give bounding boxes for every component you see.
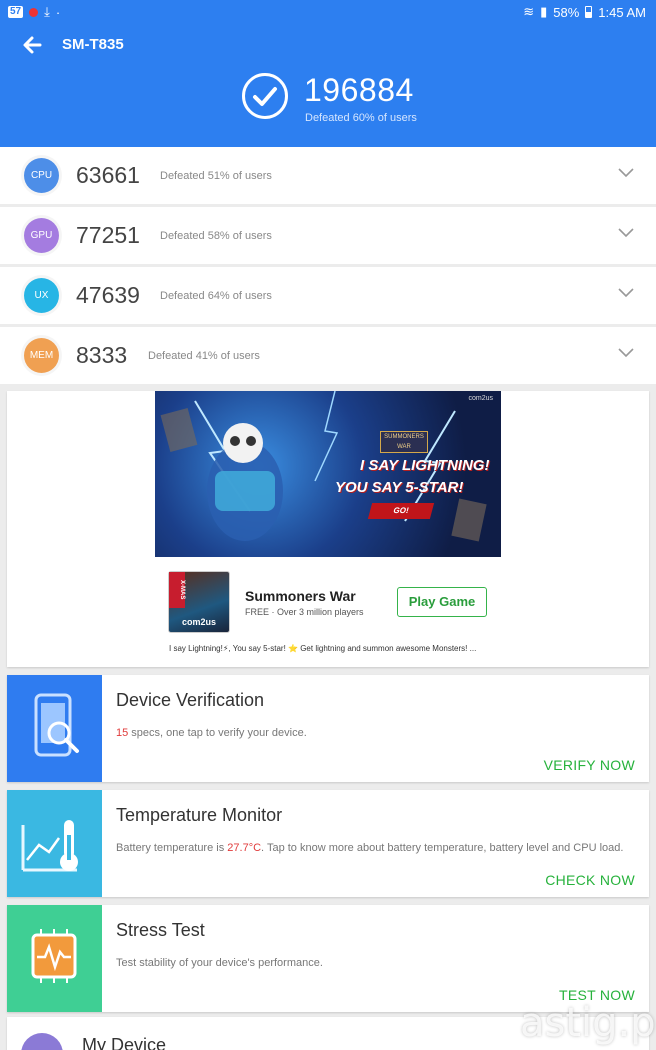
signal-icon: ▮ xyxy=(540,4,548,19)
lightning-illustration xyxy=(160,391,487,542)
phone-icon xyxy=(21,1033,63,1050)
device-verification-title: Device Verification xyxy=(116,690,265,710)
temperature-desc-post: . Tap to know more about battery tempera… xyxy=(261,842,624,854)
chevron-down-icon[interactable] xyxy=(618,167,634,179)
device-verification-card[interactable]: Device Verification 15 specs, one tap to… xyxy=(7,675,649,782)
temperature-monitor-card[interactable]: Temperature Monitor Battery temperature … xyxy=(7,790,649,897)
temperature-monitor-title: Temperature Monitor xyxy=(116,805,283,825)
device-model-title: SM-T835 xyxy=(62,36,124,53)
ux-rank: Defeated 64% of users xyxy=(160,290,272,302)
ad-card: com2us SUMMONERS WAR I SAY LIGHTNING! YO… xyxy=(7,391,649,667)
ad-app-name[interactable]: Summoners War xyxy=(245,588,356,604)
stress-test-title: Stress Test xyxy=(116,920,205,940)
score-row-cpu[interactable]: CPU 63661 Defeated 51% of users xyxy=(0,147,656,204)
battery-temperature: 27.7°C xyxy=(227,842,262,854)
ad-app-meta: FREE · Over 3 million players xyxy=(245,607,364,617)
app-icon[interactable]: X-MAS com2us xyxy=(168,571,230,633)
watermark-text: astig.ph xyxy=(520,1000,656,1046)
ad-go-button[interactable]: GO! xyxy=(367,503,435,519)
cpu-score: 63661 xyxy=(76,162,140,188)
battery-percent: 58% xyxy=(553,4,580,20)
wifi-icon: ≋ xyxy=(523,4,535,19)
check-now-button[interactable]: CHECK NOW xyxy=(545,872,635,888)
game-logo: SUMMONERS WAR xyxy=(380,431,428,453)
battery-icon xyxy=(585,6,593,18)
ux-score: 47639 xyxy=(76,282,140,308)
device-verification-desc: 15 specs, one tap to verify your device. xyxy=(116,727,307,739)
gpu-rank: Defeated 58% of users xyxy=(160,230,272,242)
chevron-down-icon[interactable] xyxy=(618,347,634,359)
cpu-badge: CPU xyxy=(24,158,59,193)
xmas-ribbon: X-MAS xyxy=(169,572,185,608)
temperature-chart-icon xyxy=(7,790,102,897)
stress-test-card[interactable]: Stress Test Test stability of your devic… xyxy=(7,905,649,1012)
gpu-score: 77251 xyxy=(76,222,140,248)
ad-banner-image[interactable]: com2us SUMMONERS WAR I SAY LIGHTNING! YO… xyxy=(155,391,501,557)
ad-headline-2: YOU SAY 5-STAR! xyxy=(335,479,464,496)
ux-badge: UX xyxy=(24,278,59,313)
score-row-ux[interactable]: UX 47639 Defeated 64% of users xyxy=(0,267,656,324)
total-score-rank: Defeated 60% of users xyxy=(305,112,417,124)
status-bar-system: ≋ ▮ 58% 1:45 AM xyxy=(523,4,646,20)
chevron-down-icon[interactable] xyxy=(618,287,634,299)
play-game-button[interactable]: Play Game xyxy=(397,587,487,617)
mem-rank: Defeated 41% of users xyxy=(148,350,260,362)
ad-headline-1: I SAY LIGHTNING! xyxy=(360,457,490,474)
device-verification-desc-text: specs, one tap to verify your device. xyxy=(128,727,307,739)
app-header: 57 ⤓ · ≋ ▮ 58% 1:45 AM SM-T835 196884 De… xyxy=(0,0,656,147)
ad-brand-tag: com2us xyxy=(468,395,493,402)
app-notification-icon xyxy=(29,7,39,17)
temperature-desc-pre: Battery temperature is xyxy=(116,842,228,854)
arrow-left-icon xyxy=(23,36,42,54)
notification-count-badge: 57 xyxy=(8,6,24,18)
my-device-title: My Device xyxy=(82,1035,167,1050)
device-verification-icon xyxy=(7,675,102,782)
chevron-down-icon[interactable] xyxy=(618,227,634,239)
gpu-badge: GPU xyxy=(24,218,59,253)
mem-badge: MEM xyxy=(24,338,59,373)
temperature-monitor-desc: Battery temperature is 27.7°C. Tap to kn… xyxy=(116,842,623,854)
mem-score: 8333 xyxy=(76,342,128,368)
status-bar: 57 ⤓ · ≋ ▮ 58% 1:45 AM xyxy=(0,0,656,24)
stress-test-desc: Test stability of your device's performa… xyxy=(116,957,323,969)
score-row-gpu[interactable]: GPU 77251 Defeated 58% of users xyxy=(0,207,656,264)
total-score: 196884 xyxy=(304,72,414,108)
app-icon-brand: com2us xyxy=(181,617,216,627)
clock: 1:45 AM xyxy=(598,4,646,20)
more-notifications-icon: · xyxy=(55,4,61,20)
chip-pulse-icon xyxy=(7,905,102,1012)
download-icon: ⤓ xyxy=(44,4,50,19)
cpu-rank: Defeated 51% of users xyxy=(160,170,272,182)
ad-description: I say Lightning!⚡, You say 5-star! ⭐ Get… xyxy=(169,644,477,653)
spec-count: 15 xyxy=(116,727,129,739)
score-row-mem[interactable]: MEM 8333 Defeated 41% of users xyxy=(0,327,656,384)
verify-now-button[interactable]: VERIFY NOW xyxy=(544,757,635,773)
checkmark-circle-icon xyxy=(242,73,288,119)
status-bar-notifications: 57 ⤓ · xyxy=(8,4,60,20)
back-button[interactable] xyxy=(18,32,48,58)
